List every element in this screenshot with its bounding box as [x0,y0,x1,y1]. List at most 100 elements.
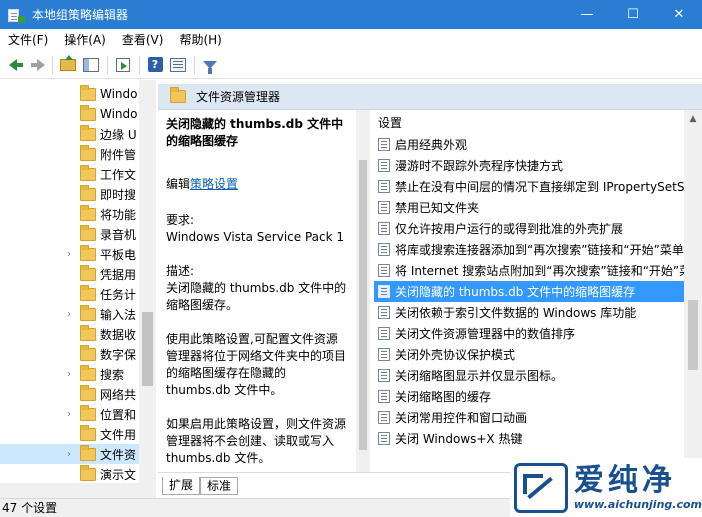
tree-item[interactable]: 边缘 U [0,124,140,144]
tree-item[interactable]: › 文件资 [0,444,140,464]
folder-up-icon [60,54,76,71]
setting-row[interactable]: 启用经典外观 [374,134,684,155]
policy-setting-icon [378,348,390,361]
tree-item[interactable]: 即时搜 [0,184,140,204]
setting-row[interactable]: 仅允许按用户运行的或得到批准的外壳扩展 [374,218,684,239]
policy-setting-icon [378,306,390,319]
tree-item[interactable]: 附件管 [0,144,140,164]
tree-item-label: 平板电 [100,247,137,262]
folder-icon [80,444,96,461]
properties-button[interactable] [167,54,189,76]
policy-setting-icon [378,159,390,172]
tree-vertical-scrollbar[interactable] [139,80,156,498]
expand-chevron-icon[interactable]: › [62,249,76,260]
minimize-button[interactable]: — [564,0,610,29]
tree-item[interactable]: 演示文 [0,464,140,484]
folder-icon [80,324,96,341]
setting-row[interactable]: 关闭依赖于索引文件数据的 Windows 库功能 [374,302,684,323]
setting-label: 关闭缩略图显示并仅显示图标。 [395,369,564,383]
up-level-button[interactable] [57,54,79,76]
menu-action[interactable]: 操作(A) [56,29,114,51]
export-list-button[interactable] [112,54,134,76]
tree-item[interactable]: 将功能 [0,204,140,224]
policy-title: 关闭隐藏的 thumbs.db 文件中的缩略图缓存 [166,117,344,148]
tree-scrollbar-thumb[interactable] [142,312,153,386]
settings-column-header[interactable]: 设置 [370,110,684,134]
policy-setting-icon [378,411,390,424]
tree-item-label: 演示文 [100,467,137,482]
setting-row[interactable]: 关闭文件资源管理器中的数值排序 [374,323,684,344]
description-label: 描述: [166,264,195,278]
tree-item[interactable]: 数字保 [0,344,140,364]
setting-row[interactable]: 将库或搜索连接器添加到“再次搜索”链接和“开始”菜单 [374,239,684,260]
setting-row[interactable]: 关闭 Windows+X 热键 [374,428,684,449]
edit-policy-line: 编辑策略设置 [166,176,348,193]
folder-icon [80,284,96,301]
tree-horizontal-scrollbar[interactable] [0,483,139,498]
tree-item[interactable]: 网络共 [0,384,140,404]
description-paragraph-1: 使用此策略设置,可配置文件资源管理器将位于网络文件夹中的项目的缩略图缓存在隐藏的… [166,332,347,397]
folder-icon [80,124,96,141]
setting-label: 漫游时不跟踪外壳程序快捷方式 [395,159,564,173]
expand-chevron-icon[interactable]: › [62,369,76,380]
forward-button[interactable] [25,54,47,76]
expand-chevron-icon[interactable]: › [62,309,76,320]
tab-extended[interactable]: 扩展 [162,477,201,495]
maximize-button[interactable]: ☐ [610,0,656,29]
tree-item[interactable]: › 输入法 [0,304,140,324]
expand-chevron-icon[interactable]: › [62,409,76,420]
menu-view[interactable]: 查看(V) [114,29,172,51]
tree-item[interactable]: › 平板电 [0,244,140,264]
menu-help[interactable]: 帮助(H) [171,29,229,51]
tree-item[interactable]: Windo [0,104,140,124]
setting-row[interactable]: 关闭缩略图的缓存 [374,386,684,407]
policy-setting-icon [378,243,390,256]
tree-item[interactable]: 凭据用 [0,264,140,284]
setting-row[interactable]: 禁止在没有中间层的情况下直接绑定到 IPropertySetSt [374,176,684,197]
requirements-value: Windows Vista Service Pack 1 [166,230,344,244]
setting-row[interactable]: 关闭外壳协议保护模式 [374,344,684,365]
tree-item[interactable]: › 搜索 [0,364,140,384]
tab-standard[interactable]: 标准 [200,477,239,495]
tree-item[interactable]: 数据收 [0,324,140,344]
show-hide-tree-button[interactable] [80,54,102,76]
setting-row[interactable]: 关闭隐藏的 thumbs.db 文件中的缩略图缓存 [374,281,684,302]
expand-chevron-icon[interactable]: › [62,449,76,460]
menu-file[interactable]: 文件(F) [0,29,56,51]
details-header-title: 文件资源管理器 [196,90,281,104]
export-icon [116,57,130,72]
edit-prefix: 编辑 [166,177,191,191]
settings-scrollbar[interactable]: ▲ [684,110,702,472]
description-scrollbar-thumb[interactable] [359,160,367,450]
folder-icon [80,244,96,261]
setting-row[interactable]: 将 Internet 搜索站点附加到“再次搜索”链接和“开始”菜 [374,260,684,281]
description-pane: 关闭隐藏的 thumbs.db 文件中的缩略图缓存 编辑策略设置 要求: Win… [158,110,356,472]
folder-icon [170,87,186,103]
back-button[interactable] [2,54,24,76]
filter-button[interactable] [199,54,221,76]
setting-label: 禁止在没有中间层的情况下直接绑定到 IPropertySetSt [395,180,684,194]
tree-item[interactable]: 工作文 [0,164,140,184]
setting-row[interactable]: 关闭缩略图显示并仅显示图标。 [374,365,684,386]
help-button[interactable]: ? [144,54,166,76]
tree-item[interactable]: 录音机 [0,224,140,244]
title-bar: 本地组策略编辑器 — ☐ ✕ [0,0,702,29]
settings-scrollbar-thumb[interactable] [688,300,698,370]
setting-row[interactable]: 漫游时不跟踪外壳程序快捷方式 [374,155,684,176]
tree-item[interactable]: 任务计 [0,284,140,304]
tree-item-label: 位置和 [100,407,137,422]
setting-row[interactable]: 禁用已知文件夹 [374,197,684,218]
tree-item[interactable]: 文件用 [0,424,140,444]
window-title: 本地组策略编辑器 [32,8,129,22]
tree-item-label: 录音机 [100,227,137,242]
setting-row[interactable]: 关闭常用控件和窗口动画 [374,407,684,428]
setting-label: 仅允许按用户运行的或得到批准的外壳扩展 [395,222,624,236]
tree-item[interactable]: › 位置和 [0,404,140,424]
tree-item[interactable]: Windo [0,84,140,104]
tree-item-label: Windo [100,87,138,101]
watermark: 爱纯净 www.aichunjing.com [510,458,702,517]
folder-icon [80,464,96,481]
scroll-up-icon[interactable]: ▲ [684,112,702,126]
close-button[interactable]: ✕ [656,0,702,29]
edit-policy-link[interactable]: 策略设置 [190,177,238,191]
